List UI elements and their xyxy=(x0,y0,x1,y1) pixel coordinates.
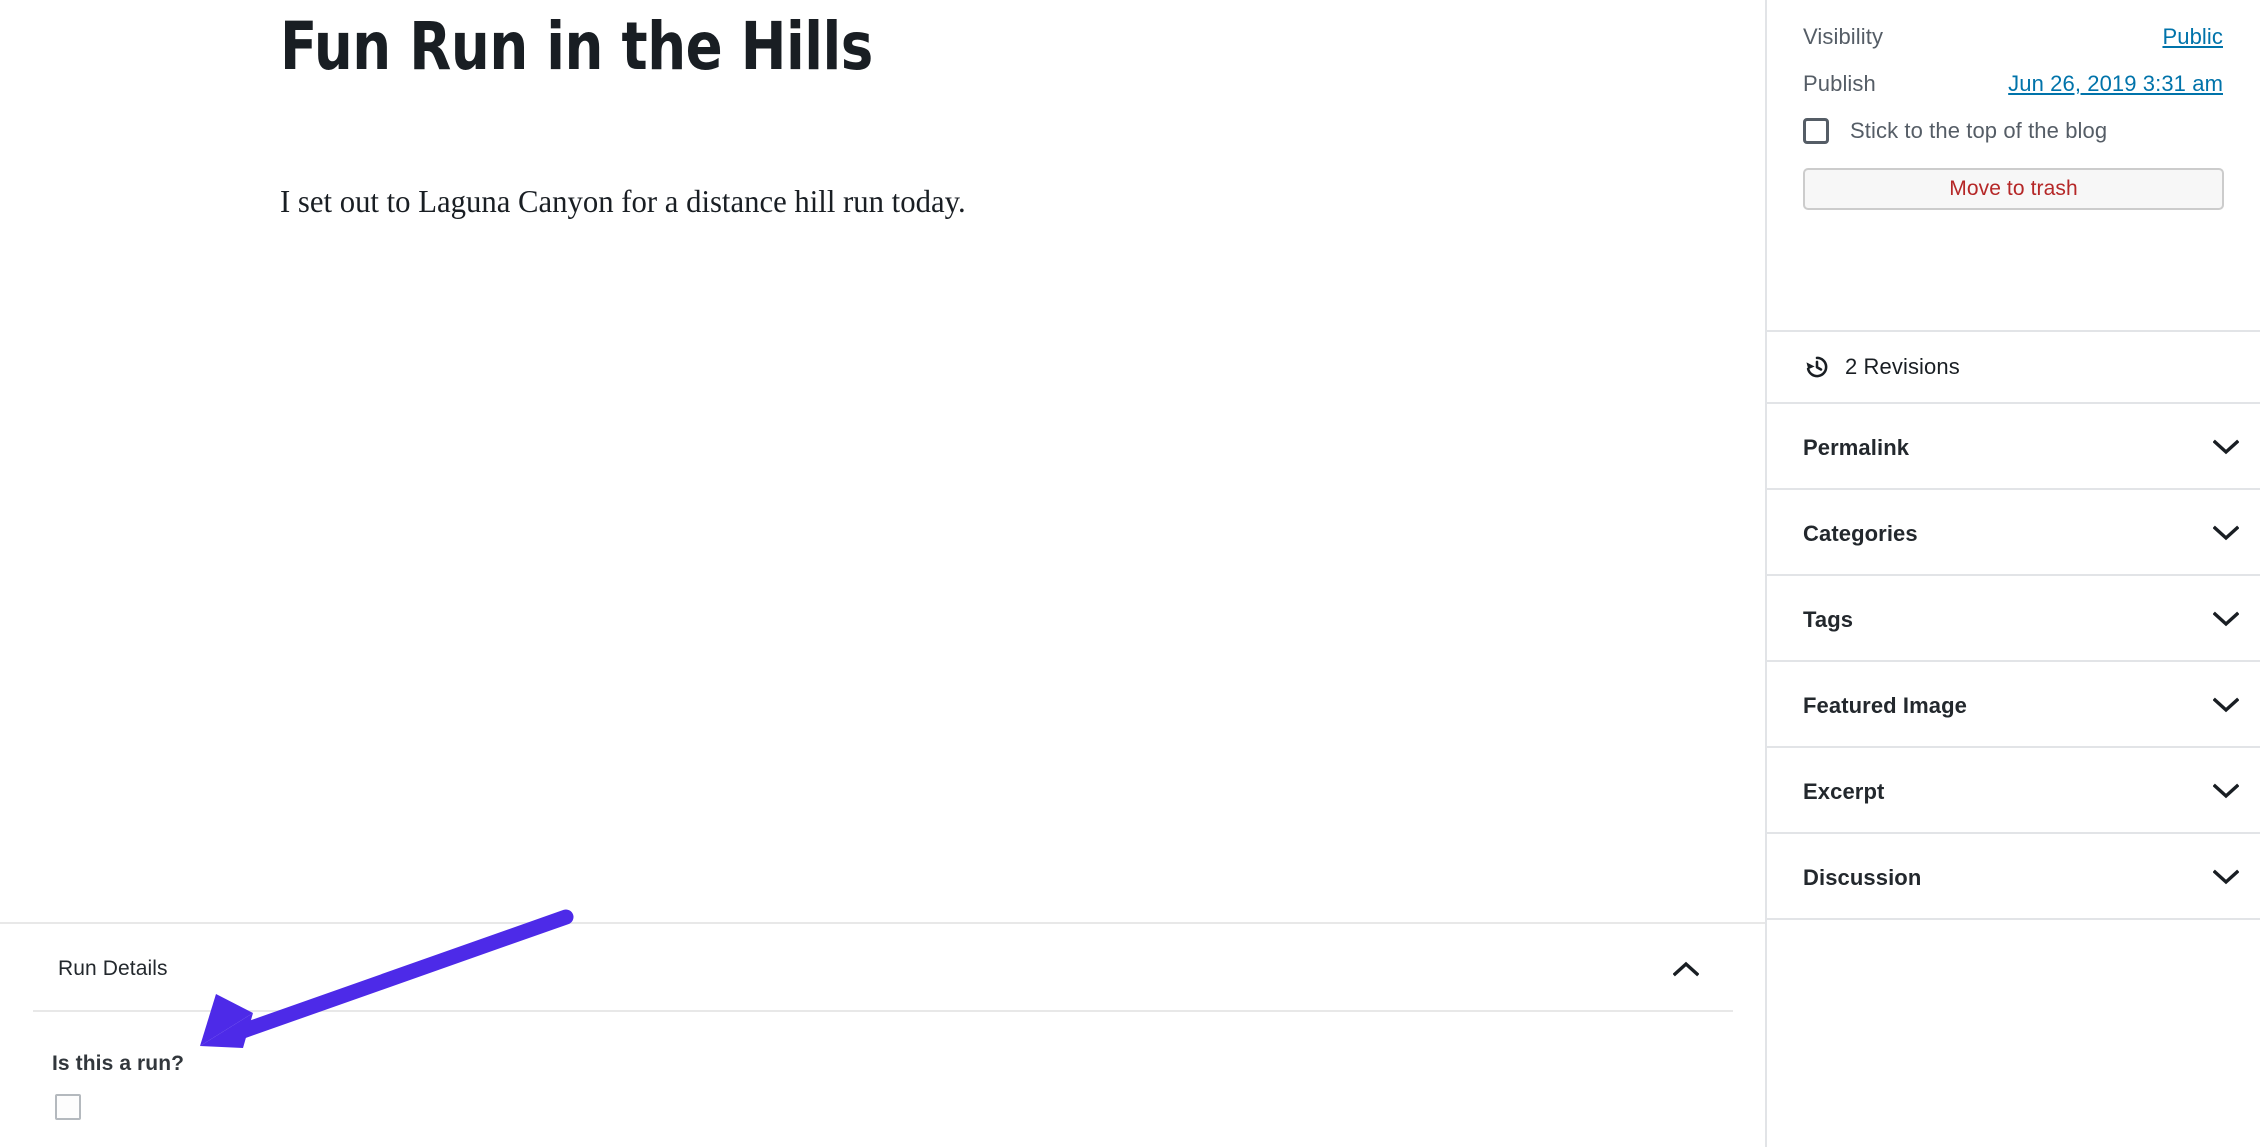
publish-row: Publish Jun 26, 2019 3:31 am xyxy=(1803,71,2223,97)
chevron-down-icon[interactable] xyxy=(2209,518,2243,548)
post-paragraph-block[interactable]: I set out to Laguna Canyon for a distanc… xyxy=(280,180,1432,222)
is-this-a-run-label: Is this a run? xyxy=(52,1052,185,1075)
post-title[interactable]: Fun Run in the Hills xyxy=(280,8,1384,86)
panel-categories-label: Categories xyxy=(1803,521,1918,546)
stick-to-top-label: Stick to the top of the blog xyxy=(1850,118,2108,143)
panel-excerpt-label: Excerpt xyxy=(1803,779,1885,804)
visibility-value-link[interactable]: Public xyxy=(2162,24,2223,50)
run-details-body: Is this a run? xyxy=(0,1010,1765,1147)
panel-tags[interactable]: Tags xyxy=(1767,576,2260,662)
run-details-title: Run Details xyxy=(58,957,168,980)
panel-discussion-label: Discussion xyxy=(1803,865,1922,890)
panel-permalink-label: Permalink xyxy=(1803,435,1910,460)
panel-categories[interactable]: Categories xyxy=(1767,490,2260,576)
chevron-down-icon[interactable] xyxy=(2209,862,2243,892)
history-clock-icon xyxy=(1803,353,1831,381)
post-editor-canvas: Fun Run in the Hills I set out to Laguna… xyxy=(0,0,1765,1147)
move-to-trash-label: Move to trash xyxy=(1949,177,2078,200)
is-this-a-run-checkbox[interactable] xyxy=(55,1094,81,1120)
panel-permalink[interactable]: Permalink xyxy=(1767,404,2260,490)
publish-date-link[interactable]: Jun 26, 2019 3:31 am xyxy=(2008,71,2223,97)
visibility-row: Visibility Public xyxy=(1803,24,2223,50)
chevron-down-icon[interactable] xyxy=(2209,690,2243,720)
chevron-down-icon[interactable] xyxy=(2209,432,2243,462)
chevron-up-icon[interactable] xyxy=(1666,952,1706,986)
panel-excerpt[interactable]: Excerpt xyxy=(1767,748,2260,834)
document-settings-sidebar: Visibility Public Publish Jun 26, 2019 3… xyxy=(1765,0,2260,1147)
panel-featured-image[interactable]: Featured Image xyxy=(1767,662,2260,748)
move-to-trash-button[interactable]: Move to trash xyxy=(1803,168,2224,210)
chevron-down-icon[interactable] xyxy=(2209,776,2243,806)
visibility-label: Visibility xyxy=(1803,24,1884,49)
status-and-visibility-panel: Visibility Public Publish Jun 26, 2019 3… xyxy=(1767,0,2260,332)
panel-featured-image-label: Featured Image xyxy=(1803,693,1968,718)
stick-to-top-row[interactable]: Stick to the top of the blog xyxy=(1803,118,2107,144)
panel-discussion[interactable]: Discussion xyxy=(1767,834,2260,920)
run-details-header[interactable]: Run Details xyxy=(0,924,1765,1012)
chevron-down-icon[interactable] xyxy=(2209,604,2243,634)
revisions-row[interactable]: 2 Revisions xyxy=(1767,332,2260,404)
run-details-metabox: Run Details Is this a run? xyxy=(0,922,1765,1147)
revisions-label: 2 Revisions xyxy=(1845,354,1960,379)
panel-tags-label: Tags xyxy=(1803,607,1854,632)
stick-to-top-checkbox[interactable] xyxy=(1803,118,1829,144)
publish-label: Publish xyxy=(1803,71,1876,96)
